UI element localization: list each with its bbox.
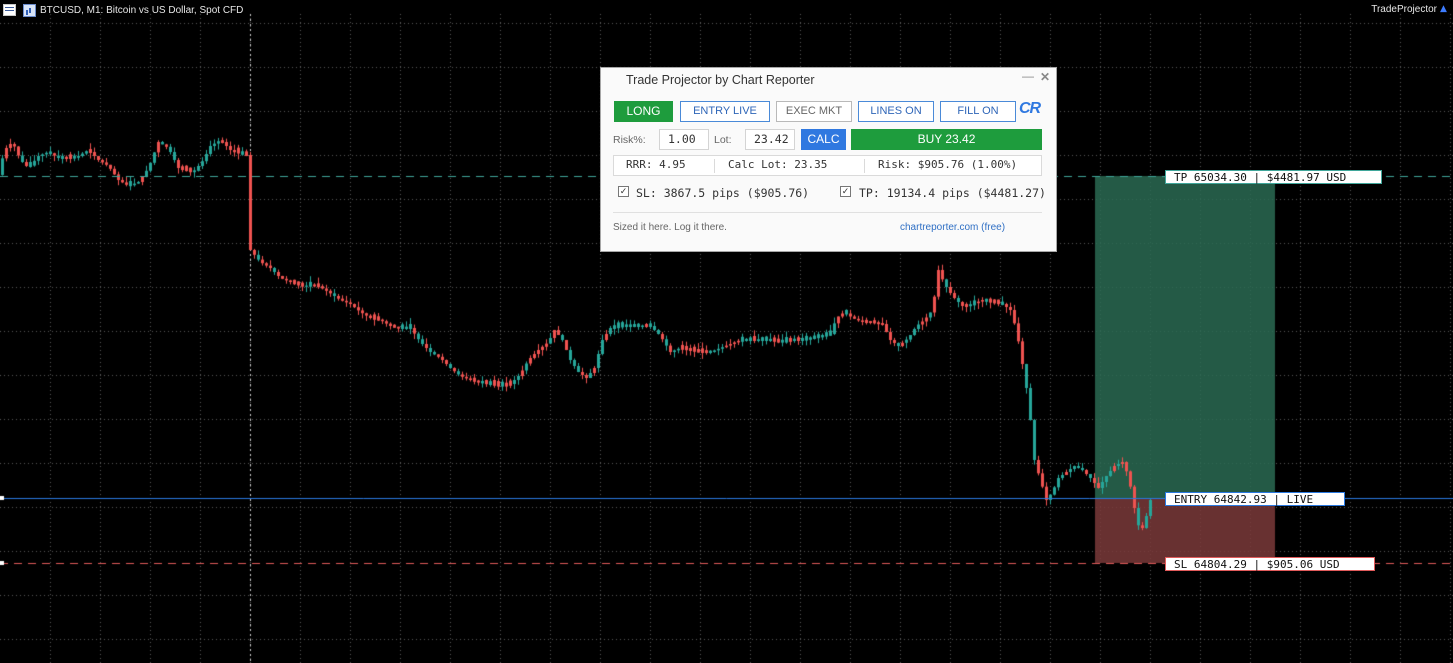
risk-percent-input[interactable]: 1.00 — [659, 129, 709, 150]
minimize-icon[interactable]: — — [1022, 69, 1034, 83]
calc-lot-stat: Calc Lot: 23.35 — [728, 158, 828, 171]
tagline: Sized it here. Log it there. — [613, 222, 727, 233]
symbol-title: BTCUSD, M1: Bitcoin vs US Dollar, Spot C… — [40, 4, 244, 16]
stats-row: RRR: 4.95 Calc Lot: 23.35 Risk: $905.76 … — [613, 155, 1042, 176]
rrr-stat: RRR: 4.95 — [626, 158, 686, 171]
panel-divider — [613, 212, 1042, 213]
entry-price-label[interactable]: ENTRY 64842.93 | LIVE — [1165, 492, 1345, 506]
risk-percent-label: Risk%: — [613, 134, 646, 146]
buy-button[interactable]: BUY 23.42 — [851, 129, 1042, 150]
sl-checkbox[interactable]: ✓ — [618, 186, 629, 197]
exec-mkt-button[interactable]: EXEC MKT — [776, 101, 852, 122]
calc-button[interactable]: CALC — [801, 129, 846, 150]
panel-title: Trade Projector by Chart Reporter — [626, 73, 815, 87]
entry-live-button[interactable]: ENTRY LIVE — [680, 101, 770, 122]
symbol-bar: BTCUSD, M1: Bitcoin vs US Dollar, Spot C… — [3, 3, 243, 17]
risk-stat: Risk: $905.76 (1.00%) — [878, 158, 1018, 171]
tp-checkbox-label: TP: 19134.4 pips ($4481.27) — [859, 186, 1046, 200]
tp-price-label[interactable]: TP 65034.30 | $4481.97 USD — [1165, 170, 1382, 184]
lot-input[interactable]: 23.42 — [745, 129, 795, 150]
lines-on-button[interactable]: LINES ON — [858, 101, 934, 122]
trade-projector-panel[interactable]: Trade Projector by Chart Reporter — ✕ LO… — [600, 67, 1057, 252]
chart-menu-icon[interactable] — [3, 4, 16, 16]
hat-icon[interactable]: ▲ — [1440, 4, 1450, 14]
sl-checkbox-label: SL: 3867.5 pips ($905.76) — [636, 186, 810, 200]
close-icon[interactable]: ✕ — [1040, 70, 1050, 84]
expert-advisor-name: TradeProjector — [1371, 4, 1437, 15]
sl-price-label[interactable]: SL 64804.29 | $905.06 USD — [1165, 557, 1375, 571]
chart-type-icon[interactable] — [23, 3, 36, 17]
website-link[interactable]: chartreporter.com (free) — [900, 222, 1005, 233]
fill-on-button[interactable]: FILL ON — [940, 101, 1016, 122]
stat-divider — [714, 159, 715, 173]
stat-divider — [864, 159, 865, 173]
long-button[interactable]: LONG — [614, 101, 673, 122]
chart-reporter-logo: CR — [1019, 100, 1041, 117]
lot-label: Lot: — [714, 134, 732, 146]
tp-checkbox[interactable]: ✓ — [840, 186, 851, 197]
